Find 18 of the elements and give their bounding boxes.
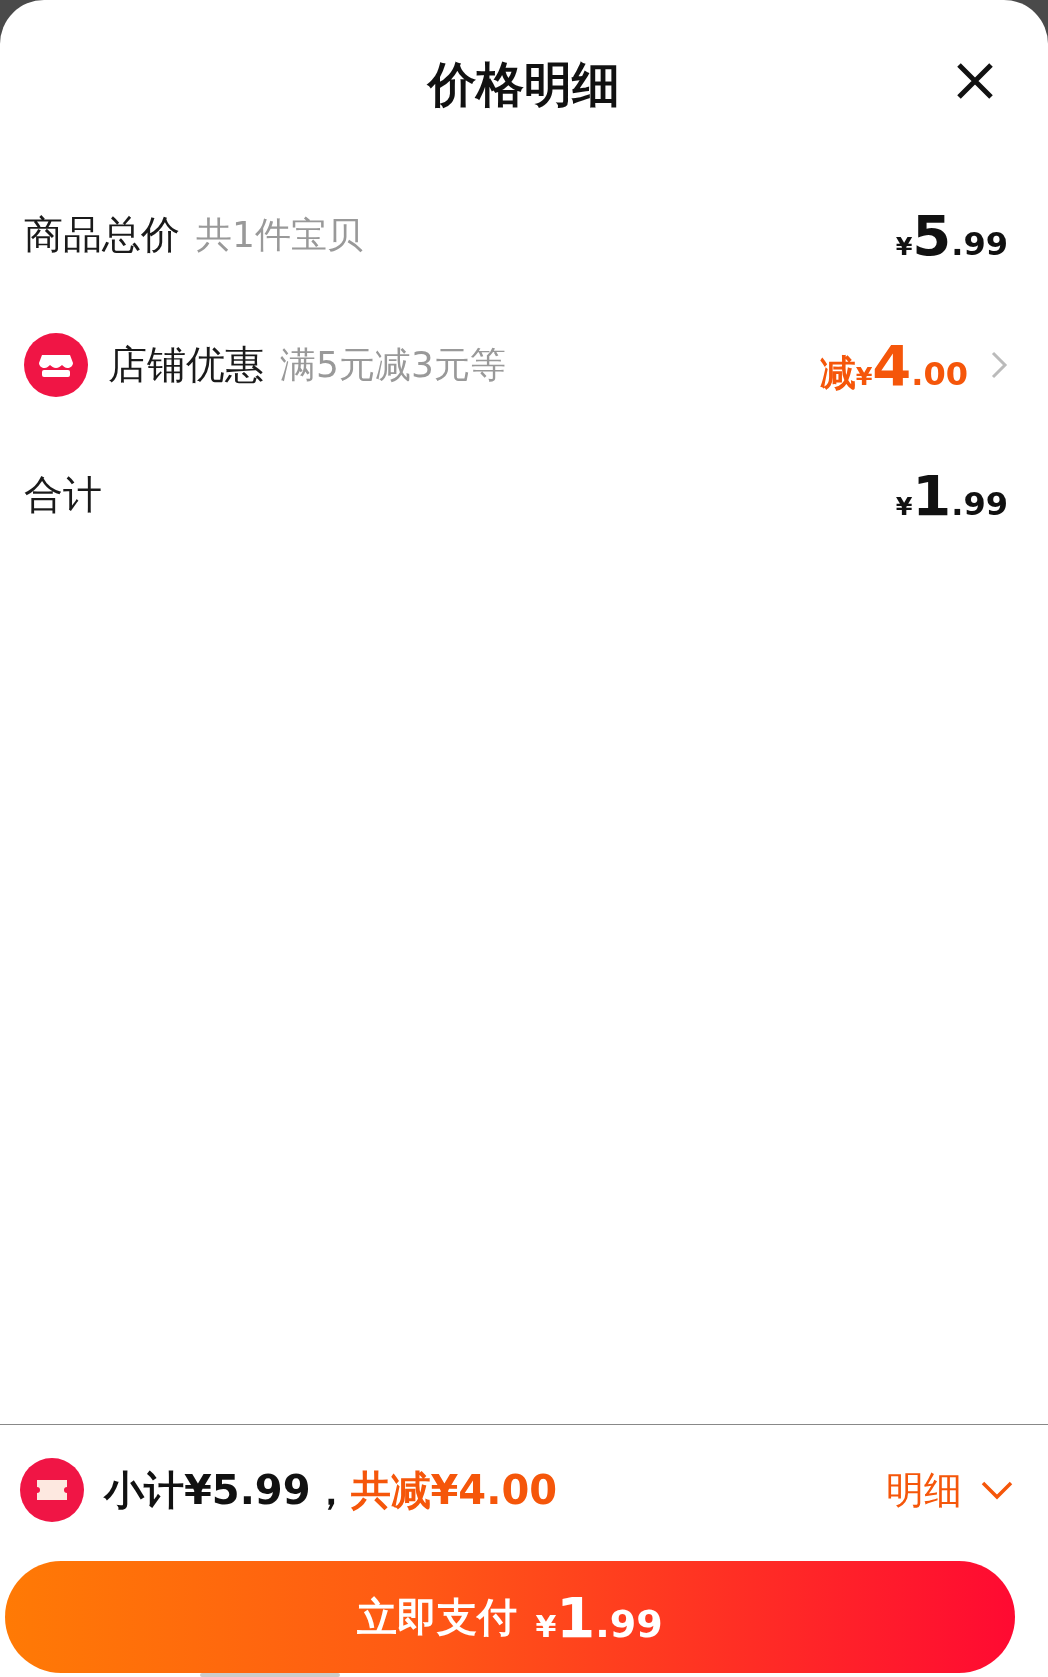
row-label: 合计 — [24, 471, 102, 519]
subtotal-text: 小计¥5.99， — [104, 1465, 351, 1515]
details-toggle[interactable]: 明细 — [886, 1464, 1014, 1516]
row-label: 店铺优惠 — [108, 341, 264, 389]
price-text: 减¥4.00 — [819, 332, 968, 398]
row-note: 满5元减3元等 — [280, 342, 506, 387]
price-text: ¥5.99 — [895, 202, 1008, 268]
sheet-title: 价格明细 — [428, 55, 620, 114]
store-icon — [24, 333, 88, 397]
chevron-down-icon — [980, 1480, 1014, 1500]
price-text: ¥1.99 — [895, 462, 1008, 528]
row-note: 共1件宝贝 — [196, 212, 363, 257]
chevron-right-icon — [990, 350, 1008, 380]
saved-text: 共减¥4.00 — [350, 1465, 558, 1515]
ticket-icon — [20, 1458, 84, 1522]
close-icon — [956, 62, 994, 100]
row-label: 商品总价 — [24, 211, 180, 259]
pay-button[interactable]: 立即支付 ¥1.99 — [5, 1561, 1015, 1673]
